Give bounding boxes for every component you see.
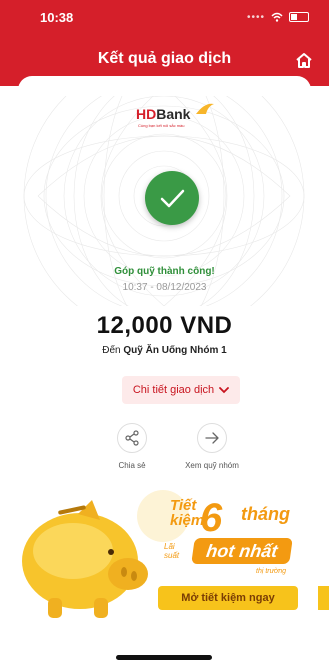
header-bar: 10:38 •••• Kết quả giao dịch (0, 0, 329, 86)
promo-months-number: 6 (200, 496, 223, 540)
transaction-detail-button[interactable]: Chi tiết giao dịch (122, 376, 240, 404)
chevron-down-icon (219, 386, 230, 393)
share-icon[interactable] (117, 423, 147, 453)
home-icon[interactable] (295, 52, 313, 68)
result-card: HDBank Cùng bạn kết nối sắc màu Góp quỹ … (18, 76, 311, 476)
signal-icon: •••• (246, 11, 265, 23)
status-icons: •••• (247, 11, 309, 23)
logo-sun-icon (196, 103, 214, 114)
status-bar: 10:38 •••• (0, 0, 329, 32)
open-savings-button[interactable]: Mở tiết kiệm ngay (158, 586, 298, 610)
view-group-fund-action[interactable]: Xem quỹ nhóm (177, 423, 247, 470)
transaction-amount: 12,000 VND (96, 312, 233, 339)
savings-promo-banner[interactable]: Tiết kiệm 6 tháng Lãi suất hot nhất thị … (18, 486, 329, 626)
promo-months-unit: tháng (241, 504, 290, 524)
battery-icon (289, 12, 309, 22)
transaction-timestamp: 10:37 - 08/12/2023 (122, 282, 207, 293)
promo-highlight: hot nhất (191, 538, 293, 564)
home-indicator (116, 655, 212, 660)
logo-tagline: Cùng bạn kết nối sắc màu (138, 123, 185, 128)
promo-market: thị trường (256, 568, 287, 575)
destination-name: Quỹ Ăn Uống Nhóm 1 (123, 345, 227, 356)
page-title: Kết quả giao dịch (97, 50, 232, 67)
success-check-icon (145, 171, 199, 225)
detail-button-label: Chi tiết giao dịch (132, 384, 215, 396)
share-action[interactable]: Chia sẻ (97, 423, 167, 470)
success-status: Góp quỹ thành công! (114, 266, 215, 277)
destination-prefix: Đến (102, 345, 121, 356)
share-label: Chia sẻ (118, 461, 146, 470)
destination: Đến Quỹ Ăn Uống Nhóm 1 (18, 345, 311, 356)
view-group-fund-label: Xem quỹ nhóm (185, 461, 239, 470)
hdbank-logo: HDBank Cùng bạn kết nối sắc màu (136, 103, 216, 132)
status-time: 10:38 (40, 10, 74, 25)
arrow-right-icon[interactable] (197, 423, 227, 453)
wifi-icon (271, 12, 283, 22)
promo-rate-label: Lãi suất (164, 542, 180, 560)
